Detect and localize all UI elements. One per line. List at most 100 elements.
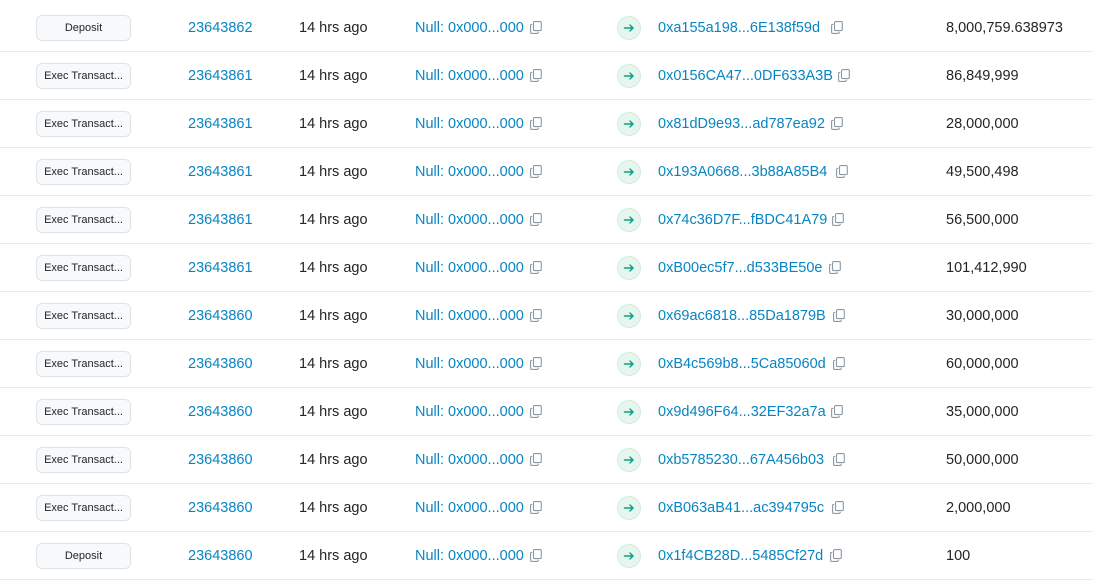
copy-icon[interactable] [831,20,845,35]
to-address-link[interactable]: 0xB4c569b8...5Ca85060d [658,356,826,372]
copy-icon[interactable] [530,68,544,83]
to-address-link[interactable]: 0xB00ec5f7...d533BE50e [658,260,822,276]
block-link[interactable]: 23643860 [188,404,253,420]
block-link[interactable]: 23643860 [188,452,253,468]
block-link[interactable]: 23643860 [188,500,253,516]
from-address-link[interactable]: Null: 0x000...000 [415,20,524,36]
block-link[interactable]: 23643861 [188,68,253,84]
method-badge: Deposit [36,14,131,41]
block-link[interactable]: 23643861 [188,212,253,228]
from-address-link[interactable]: Null: 0x000...000 [415,212,524,228]
arrow-right-icon [617,207,641,232]
copy-icon[interactable] [832,500,846,515]
to-address-link[interactable]: 0x69ac6818...85Da1879B [658,308,826,324]
method-badge: Deposit [36,542,131,569]
copy-icon[interactable] [530,212,544,227]
copy-icon[interactable] [832,212,846,227]
method-badge: Exec Transact... [36,350,131,377]
table-row: Exec Transact... 23643860 14 hrs ago Null: … [0,388,1093,436]
table-row: Exec Transact... 23643861 14 hrs ago Null: … [0,148,1093,196]
age-text: 14 hrs ago [299,211,368,228]
copy-icon[interactable] [833,356,847,371]
copy-icon[interactable] [833,308,847,323]
from-address-link[interactable]: Null: 0x000...000 [415,452,524,468]
copy-icon[interactable] [530,260,544,275]
arrow-right-icon [617,351,641,376]
table-row: Exec Transact... 23643860 14 hrs ago Null: … [0,340,1093,388]
method-badge: Exec Transact... [36,446,131,473]
copy-icon[interactable] [831,116,845,131]
block-link[interactable]: 23643860 [188,548,253,564]
copy-icon[interactable] [530,404,544,419]
method-badge: Exec Transact... [36,398,131,425]
arrow-right-icon [617,63,641,88]
method-badge: Exec Transact... [36,206,131,233]
copy-icon[interactable] [830,548,844,563]
amount-value: 2,000,000 [946,499,1011,516]
to-address-link[interactable]: 0x0156CA47...0DF633A3B [658,68,833,84]
from-address-link[interactable]: Null: 0x000...000 [415,548,524,564]
method-badge: Exec Transact... [36,110,131,137]
arrow-right-icon [617,399,641,424]
copy-icon[interactable] [530,308,544,323]
to-address-link[interactable]: 0xB063aB41...ac394795c [658,500,824,516]
block-link[interactable]: 23643861 [188,164,253,180]
copy-icon[interactable] [838,68,852,83]
table-row: Exec Transact... 23643861 14 hrs ago Null: … [0,100,1093,148]
copy-icon[interactable] [833,452,847,467]
block-link[interactable]: 23643860 [188,356,253,372]
amount-value: 60,000,000 [946,355,1019,372]
age-text: 14 hrs ago [299,115,368,132]
amount-value: 28,000,000 [946,115,1019,132]
from-address-link[interactable]: Null: 0x000...000 [415,356,524,372]
method-badge: Exec Transact... [36,62,131,89]
copy-icon[interactable] [836,164,850,179]
copy-icon[interactable] [530,548,544,563]
copy-icon[interactable] [829,260,843,275]
transactions-table: Deposit 23643862 14 hrs ago Null: 0x000...0… [0,0,1093,585]
from-address-link[interactable]: Null: 0x000...000 [415,308,524,324]
age-text: 14 hrs ago [299,499,368,516]
from-address-link[interactable]: Null: 0x000...000 [415,500,524,516]
from-address-link[interactable]: Null: 0x000...000 [415,116,524,132]
from-address-link[interactable]: Null: 0x000...000 [415,260,524,276]
age-text: 14 hrs ago [299,355,368,372]
method-badge: Exec Transact... [36,254,131,281]
arrow-right-icon [617,447,641,472]
copy-icon[interactable] [530,164,544,179]
arrow-right-icon [617,159,641,184]
copy-icon[interactable] [530,116,544,131]
to-address-link[interactable]: 0x193A0668...3b88A85B4 [658,164,827,180]
arrow-right-icon [617,303,641,328]
to-address-link[interactable]: 0x74c36D7F...fBDC41A79 [658,212,827,228]
from-address-link[interactable]: Null: 0x000...000 [415,68,524,84]
block-link[interactable]: 23643861 [188,260,253,276]
age-text: 14 hrs ago [299,451,368,468]
block-link[interactable]: 23643862 [188,20,253,36]
copy-icon[interactable] [831,404,845,419]
copy-icon[interactable] [530,452,544,467]
amount-value: 56,500,000 [946,211,1019,228]
method-badge: Exec Transact... [36,158,131,185]
block-link[interactable]: 23643860 [188,308,253,324]
amount-value: 35,000,000 [946,403,1019,420]
to-address-link[interactable]: 0xb5785230...67A456b03 [658,452,824,468]
from-address-link[interactable]: Null: 0x000...000 [415,164,524,180]
copy-icon[interactable] [530,500,544,515]
to-address-link[interactable]: 0x1f4CB28D...5485Cf27d [658,548,823,564]
table-row: Exec Transact... 23643861 14 hrs ago Null: … [0,52,1093,100]
to-address-link[interactable]: 0xa155a198...6E138f59d [658,20,820,36]
copy-icon[interactable] [530,356,544,371]
age-text: 14 hrs ago [299,403,368,420]
arrow-right-icon [617,543,641,568]
amount-value: 30,000,000 [946,307,1019,324]
to-address-link[interactable]: 0x9d496F64...32EF32a7a [658,404,826,420]
copy-icon[interactable] [530,20,544,35]
method-badge: Exec Transact... [36,494,131,521]
block-link[interactable]: 23643861 [188,116,253,132]
amount-value: 49,500,498 [946,163,1019,180]
from-address-link[interactable]: Null: 0x000...000 [415,404,524,420]
to-address-link[interactable]: 0x81dD9e93...ad787ea92 [658,116,825,132]
amount-value: 101,412,990 [946,259,1027,276]
amount-value: 86,849,999 [946,67,1019,84]
